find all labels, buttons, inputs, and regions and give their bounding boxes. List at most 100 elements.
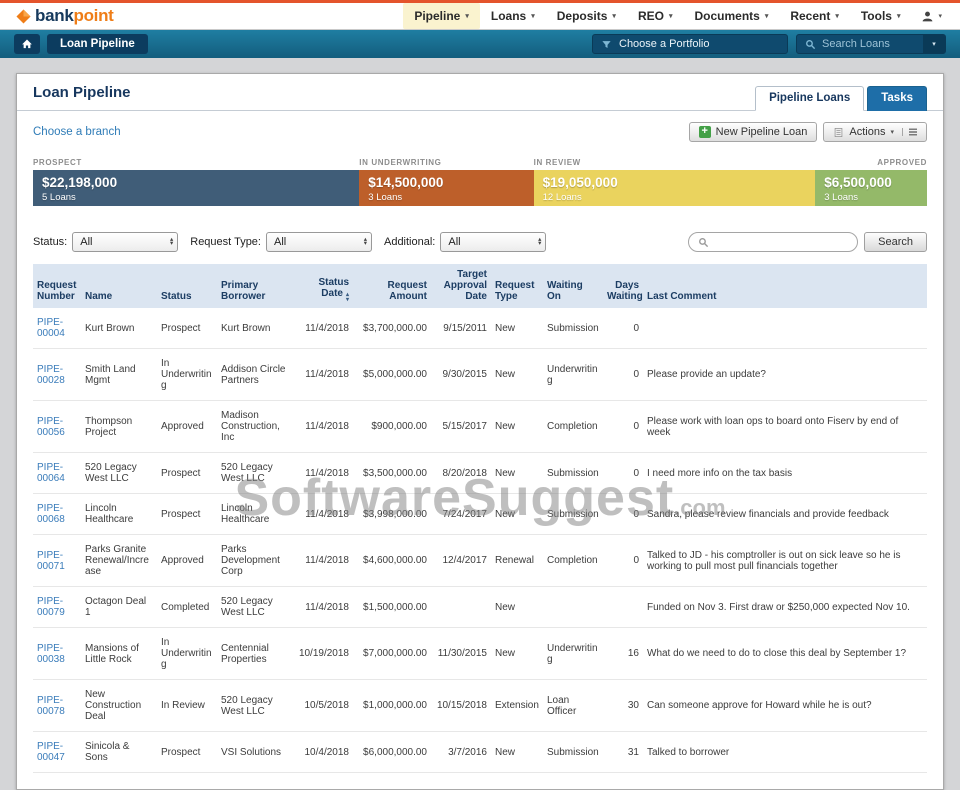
plus-icon: + (699, 126, 711, 138)
pipeline-loan-link[interactable]: PIPE-00056 (37, 416, 65, 438)
search-button[interactable]: Search (864, 232, 927, 252)
sort-icon[interactable]: ▴▾ (346, 293, 349, 302)
stage-segment-in-review[interactable]: $19,050,00012 Loans (534, 170, 816, 206)
filters-row: Status: All ▴▾ Request Type: All ▴▾ Addi… (17, 206, 943, 262)
stage-segment-approved[interactable]: $6,500,0003 Loans (815, 170, 927, 206)
cell-name: 520 Legacy West LLC (81, 453, 157, 494)
column-header-primary-borrower[interactable]: Primary Borrower (217, 264, 293, 308)
column-header-waiting-on[interactable]: Waiting On (543, 264, 603, 308)
cell-days-waiting: 0 (603, 494, 643, 535)
table-row: PIPE-00079Octagon Deal 1Completed520 Leg… (33, 587, 927, 628)
request-type-filter-select[interactable]: All ▴▾ (266, 232, 372, 252)
nav-item-loans[interactable]: Loans▾ (480, 3, 546, 29)
cell-status: Prospect (157, 732, 217, 773)
stage-segment-in-underwriting[interactable]: $14,500,0003 Loans (359, 170, 533, 206)
status-filter-select[interactable]: All ▴▾ (72, 232, 178, 252)
nav-item-tools[interactable]: Tools▾ (850, 3, 912, 29)
cell-status: In Underwriting (157, 349, 217, 401)
cell-days-waiting: 0 (603, 453, 643, 494)
pipeline-loan-link[interactable]: PIPE-00038 (37, 643, 65, 665)
portfolio-placeholder: Choose a Portfolio (619, 38, 710, 50)
column-header-last-comment[interactable]: Last Comment (643, 264, 927, 308)
cell-status-date: 11/4/2018 (293, 308, 353, 349)
column-header-request-amount[interactable]: Request Amount (353, 264, 431, 308)
actions-more-button[interactable] (902, 128, 917, 136)
cell-waiting-on: Underwriting (543, 349, 603, 401)
column-header-status-date[interactable]: Status Date▴▾ (293, 264, 353, 308)
cell-status-date: 11/4/2018 (293, 535, 353, 587)
stage-labels-row: PROSPECTIN UNDERWRITINGIN REVIEWAPPROVED (33, 158, 927, 167)
nav-item-reo[interactable]: REO▾ (627, 3, 684, 29)
cell-request-amount: $3,998,000.00 (353, 494, 431, 535)
table-header-row: Request NumberNameStatusPrimary Borrower… (33, 264, 927, 308)
nav-item-deposits[interactable]: Deposits▾ (546, 3, 627, 29)
pipeline-loan-link[interactable]: PIPE-00028 (37, 364, 65, 386)
cell-name: Mansions of Little Rock (81, 628, 157, 680)
bankpoint-logo[interactable]: bankpoint (16, 3, 114, 29)
cell-request-type: New (491, 453, 543, 494)
column-header-target-approval-date[interactable]: Target Approval Date (431, 264, 491, 308)
nav-item-recent[interactable]: Recent▾ (779, 3, 850, 29)
tab-tasks[interactable]: Tasks (867, 86, 927, 111)
home-button[interactable] (14, 34, 40, 54)
nav-item-pipeline[interactable]: Pipeline▾ (403, 3, 480, 29)
cell-waiting-on (543, 587, 603, 628)
column-header-request-number[interactable]: Request Number (33, 264, 81, 308)
loan-pipeline-card: Loan Pipeline Pipeline Loans Tasks Choos… (16, 73, 944, 790)
pipeline-loan-link[interactable]: PIPE-00068 (37, 503, 65, 525)
pipeline-loan-link[interactable]: PIPE-00078 (37, 695, 65, 717)
pipeline-loan-link[interactable]: PIPE-00079 (37, 596, 65, 618)
cell-target-approval-date: 9/30/2015 (431, 349, 491, 401)
pipeline-loan-link[interactable]: PIPE-00064 (37, 462, 65, 484)
cell-status-date: 10/4/2018 (293, 732, 353, 773)
search-icon (698, 237, 709, 248)
pipeline-loan-link[interactable]: PIPE-00071 (37, 550, 65, 572)
cell-request-amount: $3,500,000.00 (353, 453, 431, 494)
new-pipeline-loan-button[interactable]: + New Pipeline Loan (689, 122, 818, 142)
cell-target-approval-date: 9/15/2011 (431, 308, 491, 349)
cell-last-comment: Can someone approve for Howard while he … (643, 680, 927, 732)
portfolio-filter[interactable]: Choose a Portfolio (592, 34, 788, 54)
loan-search-input[interactable]: Search Loans (797, 35, 923, 53)
additional-filter-select[interactable]: All ▴▾ (440, 232, 546, 252)
pipeline-loan-link[interactable]: PIPE-00047 (37, 741, 65, 763)
column-header-name[interactable]: Name (81, 264, 157, 308)
nav-item-documents[interactable]: Documents▾ (683, 3, 779, 29)
user-menu[interactable]: ▾ (911, 3, 948, 29)
cell-last-comment: I need more info on the tax basis (643, 453, 927, 494)
cell-target-approval-date: 3/7/2016 (431, 732, 491, 773)
search-dropdown-button[interactable]: ▾ (923, 35, 945, 53)
table-search-field[interactable] (688, 232, 858, 252)
tab-pipeline-loans[interactable]: Pipeline Loans (755, 86, 864, 111)
cell-request-amount: $6,000,000.00 (353, 732, 431, 773)
cell-primary-borrower: Lincoln Healthcare (217, 494, 293, 535)
cell-request-type: Renewal (491, 535, 543, 587)
cell-name: Smith Land Mgmt (81, 349, 157, 401)
column-header-days-waiting[interactable]: Days Waiting (603, 264, 643, 308)
cell-request-type: New (491, 308, 543, 349)
pipeline-loan-link[interactable]: PIPE-00004 (37, 317, 65, 339)
column-header-label: Request Type (495, 280, 534, 302)
breadcrumb[interactable]: Loan Pipeline (47, 34, 148, 54)
cell-waiting-on: Submission (543, 732, 603, 773)
actions-button[interactable]: Actions ▾ (823, 122, 927, 142)
column-header-status[interactable]: Status (157, 264, 217, 308)
column-header-label: Waiting On (547, 280, 583, 302)
choose-branch-link[interactable]: Choose a branch (33, 126, 121, 138)
cell-primary-borrower: Kurt Brown (217, 308, 293, 349)
cell-status: Prospect (157, 308, 217, 349)
table-search-input[interactable] (714, 235, 848, 249)
cell-primary-borrower: Madison Construction, Inc (217, 401, 293, 453)
cell-waiting-on: Loan Officer (543, 680, 603, 732)
column-header-label: Last Comment (647, 291, 716, 302)
stage-loan-count: 12 Loans (543, 192, 807, 203)
column-header-label: Days Waiting (607, 280, 643, 302)
nav-item-label: Recent (790, 9, 830, 23)
cell-request-type: New (491, 349, 543, 401)
stage-loan-count: 5 Loans (42, 192, 350, 203)
additional-filter-value: All (448, 236, 460, 248)
column-header-request-type[interactable]: Request Type (491, 264, 543, 308)
cell-last-comment: Talked to borrower (643, 732, 927, 773)
stage-loan-count: 3 Loans (368, 192, 524, 203)
stage-segment-prospect[interactable]: $22,198,0005 Loans (33, 170, 359, 206)
